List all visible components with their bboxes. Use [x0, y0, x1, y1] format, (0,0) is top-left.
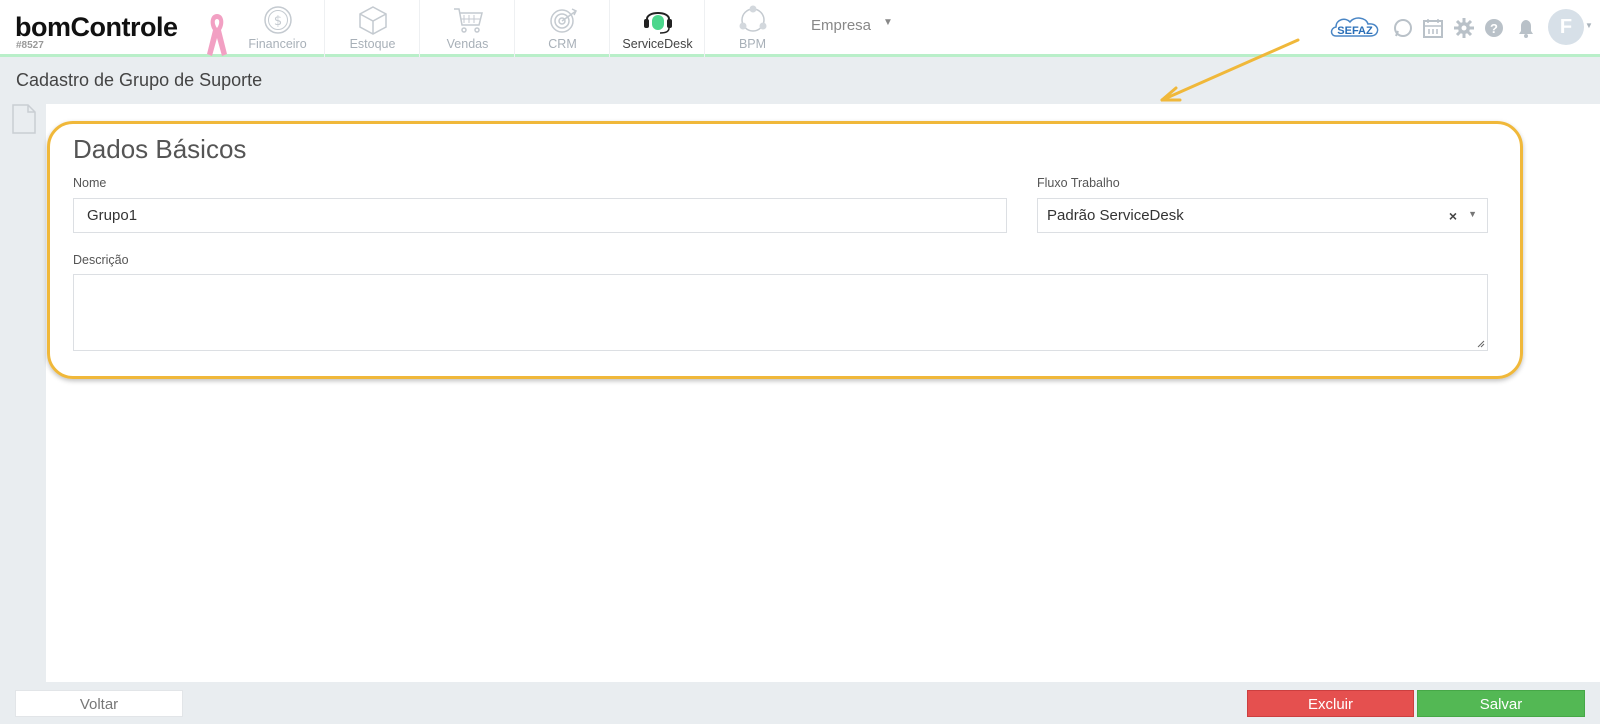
module-label: Estoque	[349, 37, 396, 51]
process-cycle-icon	[739, 5, 767, 32]
chevron-down-icon[interactable]: ▼	[1585, 21, 1593, 30]
chevron-down-icon[interactable]: ▼	[883, 17, 893, 28]
save-button[interactable]: Salvar	[1417, 690, 1585, 717]
module-vendas[interactable]: Vendas	[420, 0, 515, 57]
help-icon[interactable]: ?	[1483, 17, 1505, 39]
chevron-down-icon[interactable]: ▼	[1468, 209, 1477, 219]
annotation-arrow	[1160, 38, 1300, 102]
page-title: Cadastro de Grupo de Suporte	[16, 70, 263, 90]
resize-handle-icon[interactable]	[1477, 340, 1485, 348]
company-selector[interactable]: Empresa	[811, 17, 871, 34]
clear-icon[interactable]: ×	[1449, 208, 1457, 224]
svg-text:?: ?	[1490, 21, 1498, 36]
account-id: #8527	[16, 40, 44, 51]
section-title: Dados Básicos	[73, 134, 247, 164]
module-label: ServiceDesk	[622, 37, 693, 51]
module-label: BPM	[738, 37, 767, 51]
module-label: Financeiro	[248, 37, 307, 51]
top-navigation-bar: bomControle #8527 $ Financeiro Estoque V…	[0, 0, 1600, 57]
module-financeiro[interactable]: $ Financeiro	[230, 0, 325, 57]
pink-ribbon-icon	[207, 14, 227, 56]
module-estoque[interactable]: Estoque	[325, 0, 420, 57]
logo-text: bomControle	[15, 12, 178, 42]
module-menu: $ Financeiro Estoque Vendas CRM ServiceD…	[230, 0, 800, 57]
descricao-label: Descrição	[73, 253, 129, 267]
dollar-coin-icon: $	[264, 6, 292, 34]
whatsapp-icon[interactable]	[1392, 17, 1414, 39]
bell-icon[interactable]	[1515, 17, 1537, 39]
sefaz-cloud-icon[interactable]: SEFAZ	[1328, 14, 1382, 40]
module-bpm[interactable]: BPM	[705, 0, 800, 57]
fluxo-trabalho-value: Padrão ServiceDesk	[1047, 207, 1184, 224]
fluxo-trabalho-label: Fluxo Trabalho	[1037, 176, 1120, 190]
headset-icon	[644, 12, 672, 34]
module-crm[interactable]: CRM	[515, 0, 610, 57]
nome-label: Nome	[73, 176, 107, 190]
descricao-textarea[interactable]	[73, 274, 1488, 351]
box-icon	[359, 6, 387, 35]
back-button[interactable]: Voltar	[15, 690, 183, 717]
calendar-icon[interactable]	[1422, 17, 1444, 39]
module-label: Vendas	[446, 37, 489, 51]
gear-icon[interactable]	[1453, 17, 1475, 39]
app-logo[interactable]: bomControle #8527	[15, 12, 178, 51]
sefaz-label: SEFAZ	[1337, 25, 1373, 37]
nome-value: Grupo1	[87, 207, 138, 224]
fluxo-trabalho-select[interactable]: Padrão ServiceDesk × ▼	[1037, 198, 1488, 233]
module-label: CRM	[548, 37, 577, 51]
module-servicedesk[interactable]: ServiceDesk	[610, 0, 705, 57]
delete-button[interactable]: Excluir	[1247, 690, 1414, 717]
svg-text:$: $	[274, 14, 282, 29]
user-avatar[interactable]: F	[1548, 9, 1584, 45]
target-icon	[550, 8, 578, 33]
shopping-cart-icon	[454, 8, 483, 33]
nome-input[interactable]: Grupo1	[73, 198, 1007, 233]
document-icon[interactable]	[11, 103, 37, 135]
